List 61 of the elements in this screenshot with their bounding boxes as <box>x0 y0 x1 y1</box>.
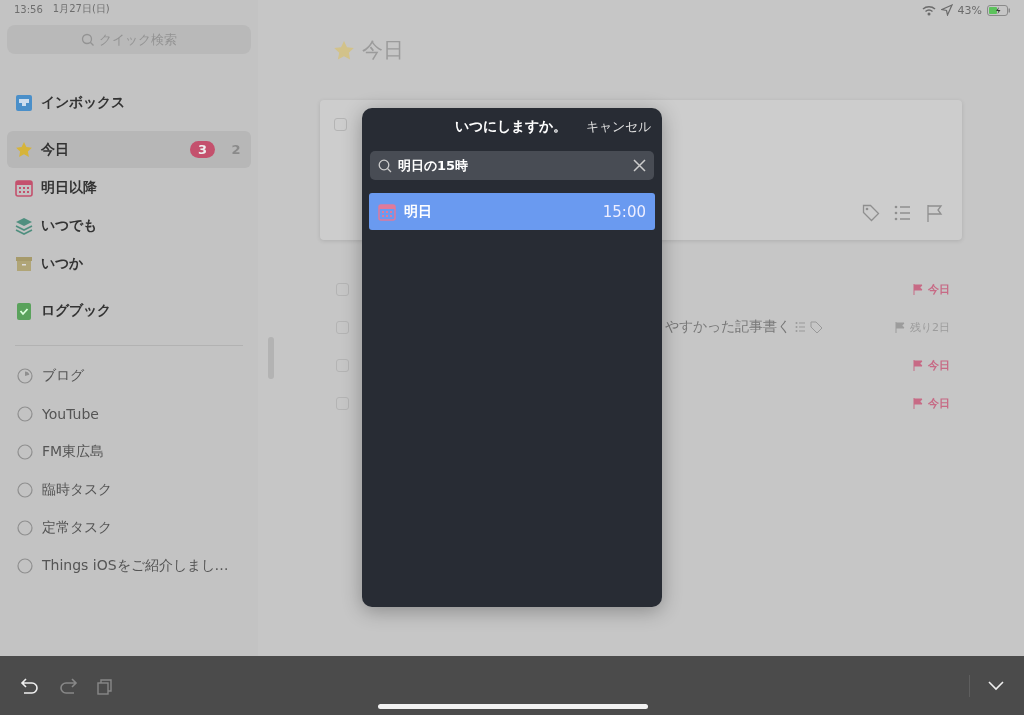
circle-icon <box>17 482 33 498</box>
sidebar-item-label: インボックス <box>41 93 126 112</box>
calendar-icon <box>15 178 33 197</box>
sidebar-item-label: いつか <box>41 254 84 273</box>
progress-pie-icon <box>17 368 33 384</box>
sidebar-item[interactable]: 明日以降 <box>7 169 251 206</box>
chevron-down-icon <box>988 680 1004 691</box>
flag-icon <box>913 359 923 371</box>
battery-icon <box>987 4 1010 16</box>
circle-icon <box>17 444 33 460</box>
undo-button[interactable] <box>20 676 40 695</box>
sidebar-item-label: いつでも <box>41 216 98 235</box>
project-item[interactable]: 定常タスク <box>7 509 251 547</box>
collapse-button[interactable] <box>988 680 1004 691</box>
clear-icon[interactable] <box>633 159 646 172</box>
tray-icon <box>15 93 33 112</box>
popover-title: いつにしますか。 <box>455 118 567 136</box>
sidebar-item[interactable]: いつか <box>7 245 251 282</box>
date-search-field[interactable]: 明日の15時 <box>370 151 654 180</box>
status-time: 13:56 <box>14 3 43 15</box>
flag-icon <box>913 397 923 409</box>
wifi-icon <box>921 4 936 16</box>
suggestion-time: 15:00 <box>602 202 646 221</box>
tag-icon[interactable] <box>862 204 880 222</box>
circle-icon <box>17 406 33 422</box>
sidebar-item[interactable]: インボックス <box>7 84 251 121</box>
sidebar-item-label: ログブック <box>41 301 112 320</box>
sidebar-item[interactable]: いつでも <box>7 207 251 244</box>
battery-percent: 43% <box>957 3 982 17</box>
sidebar-item-label: 今日 <box>41 140 70 159</box>
circle-icon <box>17 558 33 574</box>
project-item[interactable]: YouTube <box>7 395 251 433</box>
sidebar-item[interactable]: ログブック <box>7 292 251 329</box>
checkbox[interactable] <box>334 118 347 131</box>
search-icon <box>378 158 392 173</box>
project-item[interactable]: ブログ <box>7 357 251 395</box>
project-item[interactable]: FM東広島 <box>7 433 251 471</box>
checklist-icon[interactable] <box>894 204 912 222</box>
task-title: やすかった記事書く <box>665 318 791 336</box>
search-icon <box>81 33 94 46</box>
cancel-button[interactable]: キャンセル <box>586 118 651 136</box>
calendar-icon <box>378 202 396 221</box>
suggestion-label: 明日 <box>404 202 432 221</box>
project-item[interactable]: 臨時タスク <box>7 471 251 509</box>
count-badge: 3 <box>189 141 215 158</box>
circle-icon <box>17 520 33 536</box>
deadline-label: 今日 <box>928 357 950 373</box>
archive-box-icon <box>15 254 33 273</box>
sidebar-item-label: 明日以降 <box>41 178 98 197</box>
deadline-label: 今日 <box>928 281 950 297</box>
project-item[interactable]: Things iOSをご紹介しまし… <box>7 547 251 585</box>
star-icon <box>15 140 33 159</box>
flag-icon <box>895 321 905 333</box>
book-icon <box>15 301 33 320</box>
flag-icon[interactable] <box>926 204 944 222</box>
flag-icon <box>913 283 923 295</box>
location-arrow-icon <box>940 4 953 16</box>
star-icon <box>333 39 355 61</box>
deadline-label: 今日 <box>928 395 950 411</box>
layers-icon <box>15 216 33 235</box>
status-date: 1月27日(日) <box>52 2 110 16</box>
